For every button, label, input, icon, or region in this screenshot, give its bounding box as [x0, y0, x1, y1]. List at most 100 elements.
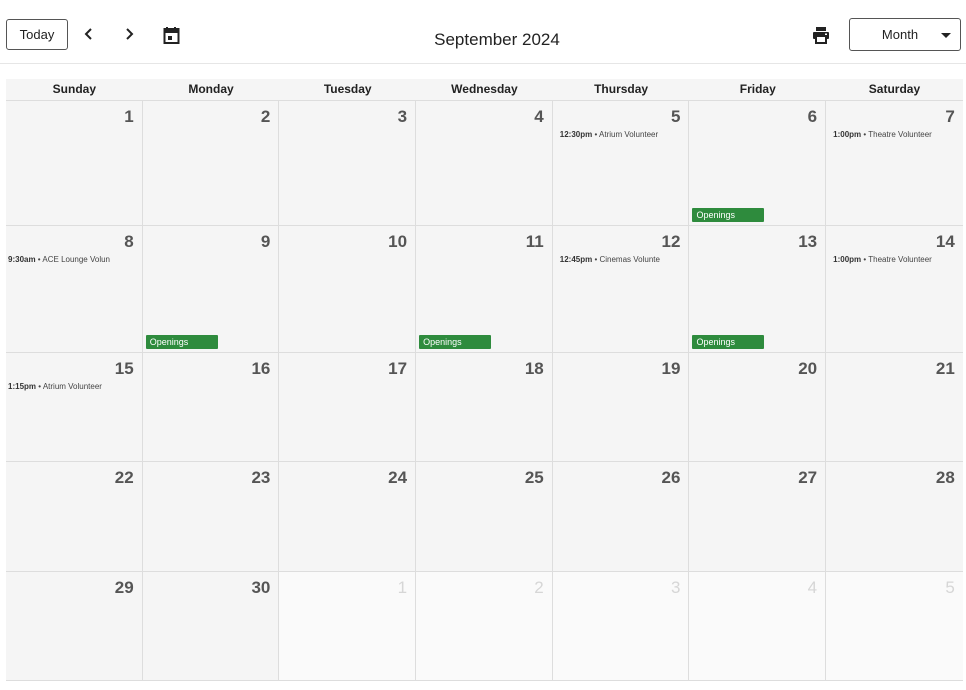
day-number: 24: [388, 468, 408, 487]
day-number: 1: [124, 107, 134, 126]
calendar-event[interactable]: 9:30am • ACE Lounge Volun: [8, 255, 142, 264]
day-cell[interactable]: 11 Openings: [416, 226, 553, 352]
day-number: 5: [670, 107, 681, 126]
day-cell[interactable]: 18: [416, 353, 553, 461]
day-cell[interactable]: 12 12:45pm • Cinemas Volunte: [552, 226, 690, 352]
week-row: 15 1:15pm • Atrium Volunteer 16 17 18 19…: [6, 352, 963, 461]
calendar-event[interactable]: 1:00pm • Theatre Volunteer: [833, 130, 963, 139]
day-number: 27: [798, 468, 818, 487]
event-title: Theatre Volunteer: [868, 255, 932, 264]
openings-badge[interactable]: Openings: [692, 335, 765, 349]
day-cell-other-month[interactable]: 5: [826, 572, 963, 680]
day-number: 15: [114, 359, 134, 378]
day-number: 4: [534, 107, 544, 126]
day-number: 8: [124, 232, 134, 251]
day-cell[interactable]: 19: [552, 353, 690, 461]
day-number: 9: [260, 232, 271, 251]
day-number: 22: [114, 468, 134, 487]
day-number: 11: [525, 232, 544, 251]
month-grid: Sunday Monday Tuesday Wednesday Thursday…: [6, 79, 963, 681]
day-cell[interactable]: 8 9:30am • ACE Lounge Volun: [6, 226, 143, 352]
day-number: 7: [945, 107, 955, 126]
day-number: 2: [534, 578, 544, 597]
day-cell-other-month[interactable]: 2: [416, 572, 553, 680]
day-cell[interactable]: 16: [142, 353, 280, 461]
day-cell[interactable]: 3: [279, 101, 417, 225]
day-number: 20: [798, 359, 818, 378]
day-number: 17: [388, 359, 408, 378]
day-number: 10: [388, 232, 408, 251]
day-cell[interactable]: 25: [416, 462, 553, 571]
print-button[interactable]: [811, 25, 831, 45]
print-icon: [813, 27, 829, 44]
weekday-friday: Friday: [739, 82, 776, 96]
calendar-event[interactable]: 1:00pm • Theatre Volunteer: [833, 255, 963, 264]
openings-badge[interactable]: Openings: [692, 208, 765, 222]
day-number: 29: [114, 578, 134, 597]
day-cell[interactable]: 13 Openings: [689, 226, 827, 352]
day-number: 26: [661, 468, 681, 487]
day-cell[interactable]: 30: [142, 572, 280, 680]
day-cell[interactable]: 5 12:30pm • Atrium Volunteer: [552, 101, 690, 225]
day-number: 18: [524, 359, 544, 378]
weekday-thursday: Thursday: [594, 82, 649, 96]
day-number: 14: [935, 232, 955, 251]
weekday-monday: Monday: [188, 82, 234, 96]
day-cell[interactable]: 1: [6, 101, 143, 225]
openings-badge[interactable]: Openings: [145, 335, 218, 349]
day-cell[interactable]: 7 1:00pm • Theatre Volunteer: [826, 101, 963, 225]
event-separator: •: [592, 130, 600, 139]
event-time: 9:30am: [8, 255, 36, 264]
day-number: 6: [807, 107, 818, 126]
day-number: 3: [397, 107, 408, 126]
day-number: 2: [260, 107, 271, 126]
day-cell[interactable]: 29: [6, 572, 143, 680]
week-row: 8 9:30am • ACE Lounge Volun 9 Openings 1…: [6, 225, 963, 352]
weekday-header: Sunday Monday Tuesday Wednesday Thursday…: [6, 79, 963, 100]
day-cell[interactable]: 22: [6, 462, 143, 571]
day-cell[interactable]: 4: [416, 101, 553, 225]
openings-badge[interactable]: Openings: [419, 335, 492, 349]
day-number: 21: [935, 359, 955, 378]
day-cell[interactable]: 9 Openings: [142, 226, 280, 352]
day-cell[interactable]: 28: [826, 462, 963, 571]
day-number: 13: [798, 232, 818, 251]
day-number: 4: [807, 578, 818, 597]
day-cell[interactable]: 26: [552, 462, 690, 571]
event-time: 1:00pm: [833, 255, 862, 264]
day-cell[interactable]: 15 1:15pm • Atrium Volunteer: [6, 353, 143, 461]
day-cell-other-month[interactable]: 3: [552, 572, 690, 680]
event-title: Atrium Volunteer: [599, 130, 659, 139]
calendar-event[interactable]: 12:30pm • Atrium Volunteer: [560, 130, 689, 139]
day-cell[interactable]: 20: [689, 353, 827, 461]
event-separator: •: [36, 382, 43, 391]
day-cell[interactable]: 21: [826, 353, 963, 461]
day-cell[interactable]: 6 Openings: [689, 101, 827, 225]
day-cell-other-month[interactable]: 4: [689, 572, 827, 680]
day-cell[interactable]: 17: [279, 353, 417, 461]
weekday-wednesday: Wednesday: [451, 82, 518, 96]
event-time: 1:00pm: [833, 130, 862, 139]
week-row: 1 2 3 4 5 12:30pm • Atrium Volunteer 6 O…: [6, 100, 963, 225]
event-title: ACE Lounge Volun: [42, 255, 110, 264]
day-cell[interactable]: 24: [279, 462, 417, 571]
day-number: 25: [524, 468, 544, 487]
day-cell[interactable]: 10: [279, 226, 417, 352]
calendar-event[interactable]: 12:45pm • Cinemas Volunte: [560, 255, 689, 264]
day-cell[interactable]: 14 1:00pm • Theatre Volunteer: [826, 226, 963, 352]
event-time: 12:30pm: [559, 130, 593, 139]
day-cell[interactable]: 2: [142, 101, 280, 225]
day-number: 1: [397, 578, 408, 597]
view-selector[interactable]: Month: [849, 18, 961, 51]
calendar-event[interactable]: 1:15pm • Atrium Volunteer: [8, 382, 142, 391]
day-number: 16: [251, 359, 271, 378]
event-title: Cinemas Volunte: [599, 255, 660, 264]
day-number: 19: [661, 359, 681, 378]
week-row: 22 23 24 25 26 27 28: [6, 461, 963, 571]
view-selector-label: Month: [881, 27, 919, 42]
day-cell-other-month[interactable]: 1: [279, 572, 417, 680]
event-time: 1:15pm: [8, 382, 37, 391]
day-cell[interactable]: 23: [142, 462, 280, 571]
day-cell[interactable]: 27: [689, 462, 827, 571]
day-number: 23: [251, 468, 271, 487]
